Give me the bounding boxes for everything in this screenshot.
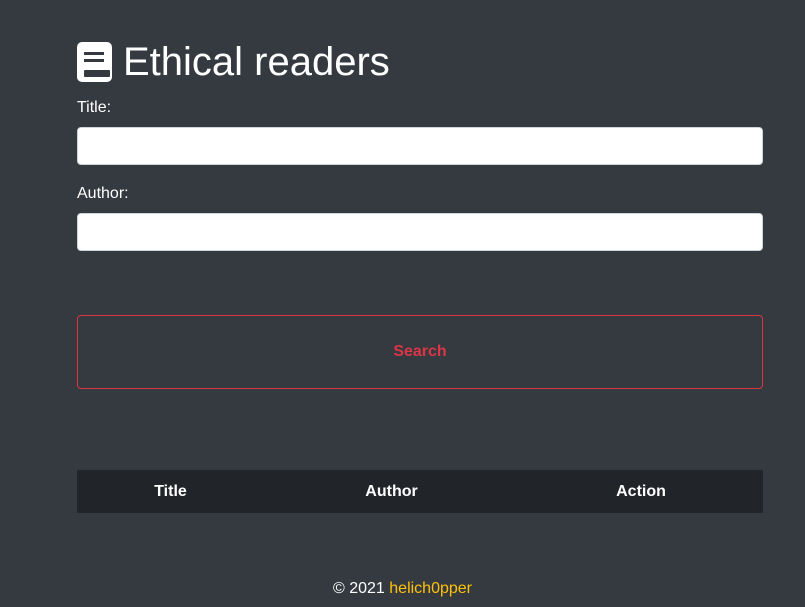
app-header: Ethical readers bbox=[77, 38, 390, 86]
footer: © 2021 helich0pper bbox=[0, 579, 805, 599]
author-link[interactable]: helich0pper bbox=[389, 580, 472, 597]
page-title: Ethical readers bbox=[123, 40, 390, 84]
column-header-action: Action bbox=[616, 482, 666, 500]
title-label: Title: bbox=[77, 99, 112, 116]
copyright-text: © 2021 bbox=[332, 580, 385, 597]
column-header-author: Author bbox=[365, 482, 418, 500]
table-header-row: Title Author Action bbox=[77, 470, 763, 513]
column-header-title: Title bbox=[154, 482, 187, 500]
title-input[interactable] bbox=[77, 127, 763, 165]
author-label: Author: bbox=[77, 185, 129, 202]
book-icon bbox=[77, 42, 112, 82]
author-input[interactable] bbox=[77, 213, 763, 251]
results-table: Title Author Action bbox=[77, 470, 763, 513]
search-button[interactable]: Search bbox=[77, 315, 763, 389]
